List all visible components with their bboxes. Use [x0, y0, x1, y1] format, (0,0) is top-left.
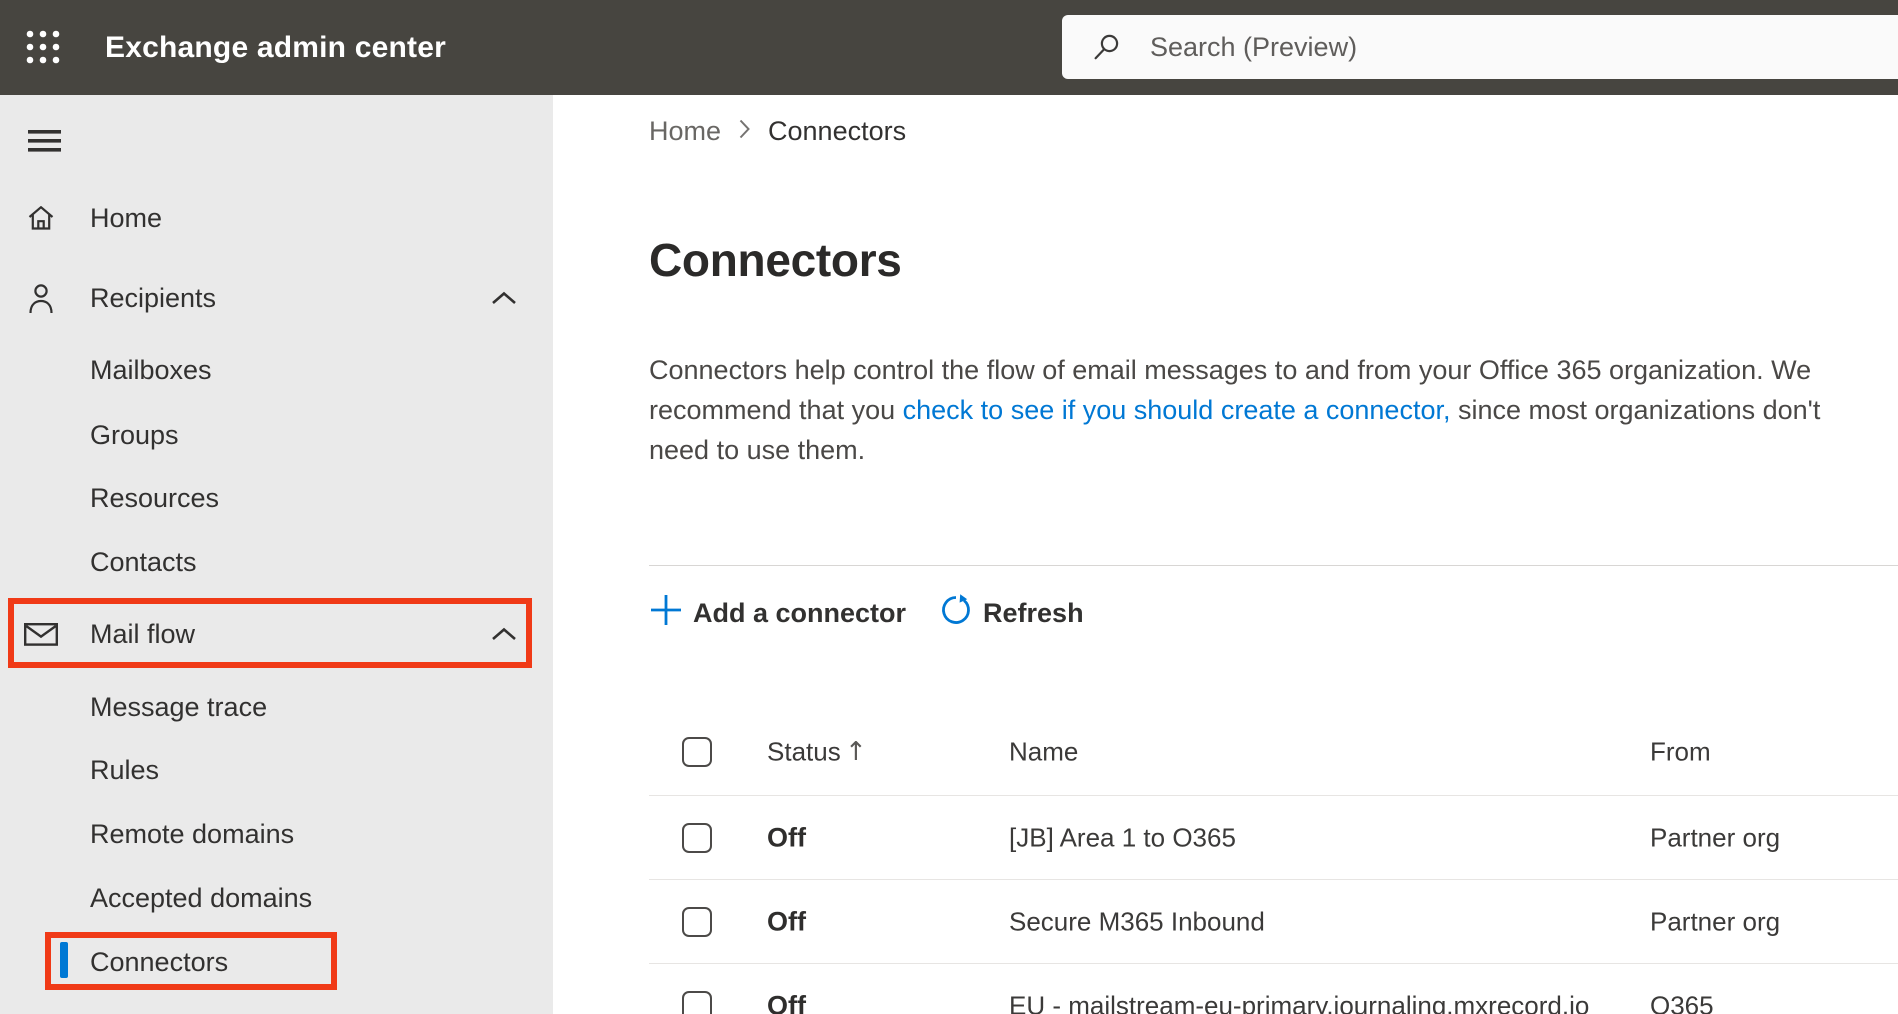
cell-from: Partner org [1650, 822, 1781, 853]
cell-from: Partner org [1650, 906, 1781, 937]
sidebar-item-label: Groups [90, 419, 179, 450]
selected-item-indicator [60, 942, 68, 978]
create-connector-check-link[interactable]: check to see if you should create a conn… [903, 395, 1451, 425]
row-checkbox[interactable] [682, 823, 712, 853]
column-header-from[interactable]: From [1650, 737, 1711, 768]
sidebar-item-connectors[interactable]: Connectors [0, 935, 553, 989]
hamburger-icon [27, 129, 61, 155]
top-app-bar: Exchange admin center [0, 0, 1898, 95]
table-row[interactable]: Off Secure M365 Inbound Partner org [649, 879, 1898, 964]
global-search [1062, 15, 1898, 79]
breadcrumb-home-link[interactable]: Home [649, 116, 721, 147]
exchange-admin-center-window: Exchange admin center Search (Preview) H… [0, 0, 1898, 1014]
chevron-up-icon[interactable] [491, 627, 517, 646]
sidebar-item-label: Contacts [90, 546, 197, 577]
sidebar-item-remote-domains[interactable]: Remote domains [0, 807, 553, 861]
sidebar-item-label: Accepted domains [90, 882, 313, 913]
sidebar-item-contacts[interactable]: Contacts [0, 535, 553, 589]
cell-name: EU - mailstream-eu-primary.journaling.mx… [1009, 990, 1590, 1014]
cell-name: Secure M365 Inbound [1009, 906, 1265, 937]
refresh-button[interactable]: Refresh [939, 593, 1084, 634]
cell-status: Off [767, 822, 806, 853]
column-header-name[interactable]: Name [1009, 737, 1078, 768]
cell-name: [JB] Area 1 to O365 [1009, 822, 1236, 853]
breadcrumb: Home Connectors [649, 113, 906, 149]
sidebar-item-mail-flow[interactable]: Mail flow [0, 607, 553, 661]
column-header-status[interactable]: Status [767, 737, 841, 768]
sidebar-item-label: Remote domains [90, 818, 295, 849]
page-description: Connectors help control the flow of emai… [649, 350, 1864, 470]
cell-status: Off [767, 990, 806, 1014]
sidebar-item-label: Resources [90, 482, 220, 513]
breadcrumb-chevron-icon [738, 116, 751, 147]
mail-icon [23, 622, 59, 646]
sidebar-item-home[interactable]: Home [0, 191, 553, 245]
left-navigation: Home Recipients Mailboxes Groups Resourc… [0, 95, 553, 1014]
sidebar-item-accepted-domains[interactable]: Accepted domains [0, 871, 553, 925]
sidebar-item-mailboxes[interactable]: Mailboxes [0, 343, 553, 397]
add-connector-label: Add a connector [693, 597, 907, 628]
command-bar: Add a connector Refresh [649, 591, 1084, 635]
cell-from: O365 [1650, 990, 1714, 1014]
waffle-icon [25, 30, 61, 68]
app-title: Exchange admin center [105, 30, 446, 64]
sort-ascending-icon: ↑ [845, 737, 867, 767]
sidebar-item-label: Mail flow [90, 618, 196, 649]
add-connector-button[interactable]: Add a connector [649, 593, 906, 634]
sidebar-item-label: Connectors [90, 946, 229, 977]
app-launcher-button[interactable] [19, 28, 61, 68]
row-checkbox[interactable] [682, 991, 712, 1014]
main-content: Home Connectors Connectors Connectors he… [553, 95, 1898, 1014]
row-checkbox[interactable] [682, 907, 712, 937]
refresh-label: Refresh [983, 597, 1084, 628]
chevron-up-icon[interactable] [491, 291, 517, 310]
sidebar-item-label: Message trace [90, 691, 268, 722]
person-icon [23, 282, 59, 315]
breadcrumb-current: Connectors [768, 115, 907, 146]
sidebar-item-resources[interactable]: Resources [0, 471, 553, 525]
hamburger-menu-button[interactable] [24, 128, 64, 156]
sidebar-item-label: Home [90, 202, 163, 233]
table-row[interactable]: Off [JB] Area 1 to O365 Partner org [649, 795, 1898, 880]
cell-status: Off [767, 906, 806, 937]
page-title: Connectors [649, 234, 902, 286]
refresh-icon [939, 593, 973, 634]
search-input[interactable] [1062, 15, 1898, 79]
sidebar-item-groups[interactable]: Groups [0, 408, 553, 462]
sidebar-item-label: Mailboxes [90, 354, 212, 385]
home-icon [23, 203, 59, 233]
sidebar-item-message-trace[interactable]: Message trace [0, 680, 553, 734]
sidebar-item-recipients[interactable]: Recipients [0, 271, 553, 325]
select-all-checkbox[interactable] [682, 737, 712, 767]
table-header-row: Status ↑ Name From [649, 725, 1898, 779]
plus-icon [649, 593, 683, 634]
table-row[interactable]: Off EU - mailstream-eu-primary.journalin… [649, 963, 1898, 1014]
sidebar-item-label: Rules [90, 754, 160, 785]
sidebar-item-rules[interactable]: Rules [0, 743, 553, 797]
sidebar-item-label: Recipients [90, 282, 217, 313]
divider [649, 565, 1898, 566]
